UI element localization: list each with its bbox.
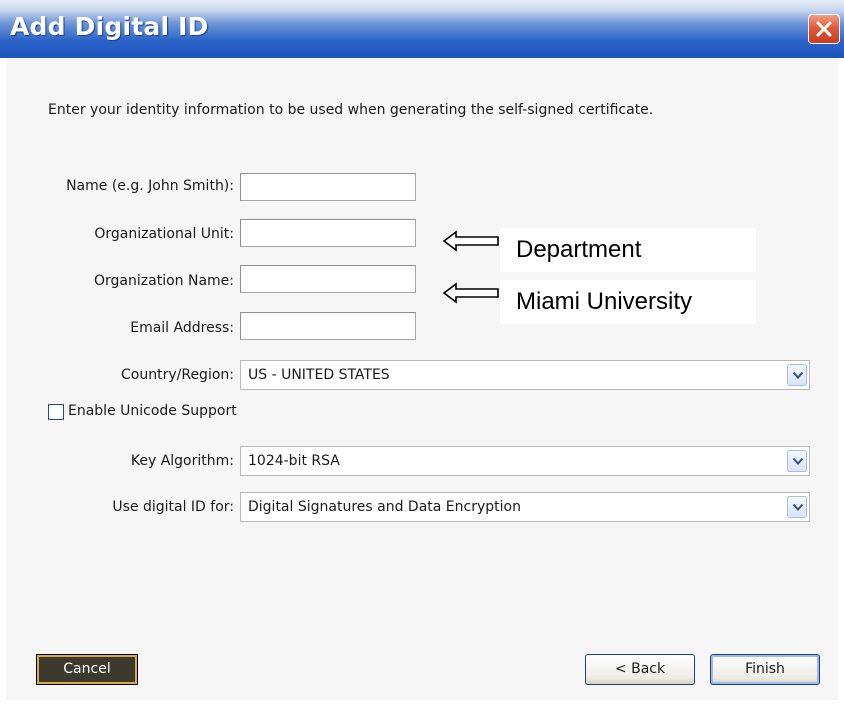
chevron-down-icon — [792, 457, 804, 465]
name-label: Name (e.g. John Smith): — [66, 178, 234, 194]
close-icon — [816, 21, 832, 37]
cancel-button[interactable]: Cancel — [36, 654, 138, 685]
finish-button[interactable]: Finish — [710, 654, 820, 685]
chevron-down-icon — [792, 503, 804, 511]
org-name-label: Organization Name: — [94, 273, 234, 289]
unicode-checkbox[interactable] — [48, 404, 64, 420]
country-select[interactable]: US - UNITED STATES — [240, 360, 810, 390]
left-arrow-icon — [442, 282, 499, 304]
key-algorithm-dropdown-button[interactable] — [787, 450, 807, 472]
country-label: Country/Region: — [121, 367, 234, 383]
org-unit-input[interactable] — [240, 219, 416, 247]
use-for-label: Use digital ID for: — [112, 499, 234, 515]
use-for-dropdown-button[interactable] — [787, 496, 807, 518]
university-annotation: Miami University — [500, 280, 756, 324]
org-name-input[interactable] — [240, 265, 416, 293]
back-button[interactable]: < Back — [585, 654, 695, 685]
email-input[interactable] — [240, 312, 416, 340]
intro-text: Enter your identity information to be us… — [48, 102, 654, 118]
left-arrow-icon — [442, 230, 499, 252]
window-title: Add Digital ID — [10, 12, 209, 41]
unicode-label[interactable]: Enable Unicode Support — [68, 403, 237, 419]
use-for-value: Digital Signatures and Data Encryption — [248, 499, 521, 515]
title-bar: Add Digital ID — [0, 0, 844, 58]
email-label: Email Address: — [130, 320, 234, 336]
department-annotation: Department — [500, 228, 756, 272]
name-input[interactable] — [240, 173, 416, 201]
org-unit-label: Organizational Unit: — [94, 226, 234, 242]
key-algorithm-select[interactable]: 1024-bit RSA — [240, 446, 810, 476]
key-algorithm-value: 1024-bit RSA — [248, 453, 340, 469]
chevron-down-icon — [792, 371, 804, 379]
country-value: US - UNITED STATES — [248, 367, 390, 383]
country-dropdown-button[interactable] — [787, 364, 807, 386]
dialog-bottom-edge — [0, 700, 844, 711]
key-algorithm-label: Key Algorithm: — [130, 453, 234, 469]
close-button[interactable] — [808, 14, 840, 44]
use-for-select[interactable]: Digital Signatures and Data Encryption — [240, 492, 810, 522]
